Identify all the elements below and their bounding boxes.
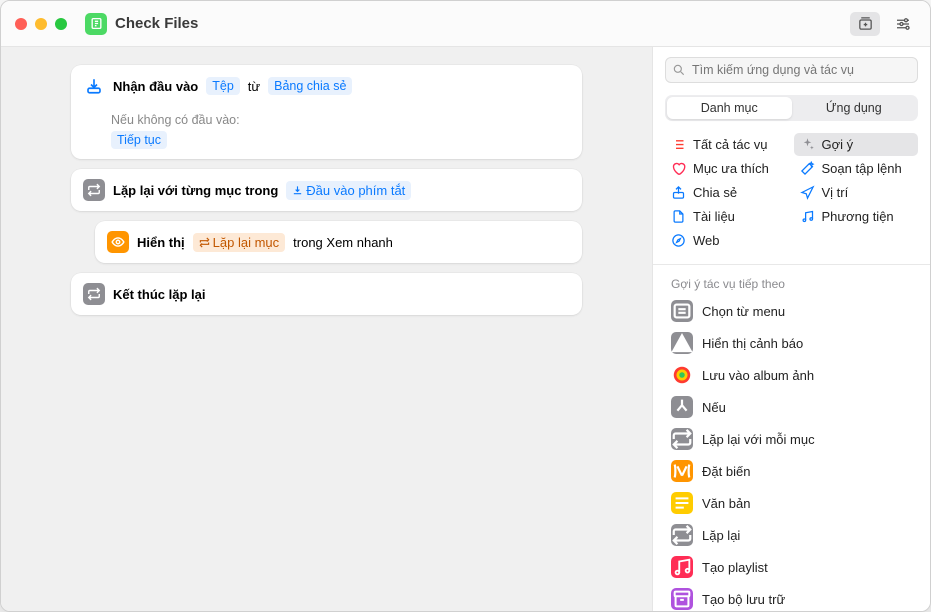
seg-categories[interactable]: Danh mục (667, 97, 792, 119)
segment-control[interactable]: Danh mục Ứng dụng (665, 95, 918, 121)
category-list[interactable]: Tất cả tác vụ (665, 133, 790, 156)
category-sparkle[interactable]: Gợi ý (794, 133, 919, 156)
suggestion-menu[interactable]: Chọn từ menu (661, 295, 922, 327)
suggestion-label: Lặp lại với mỗi mục (702, 432, 815, 447)
repeat-item-token[interactable]: Lặp lại mục (193, 233, 285, 252)
suggestion-label: Lưu vào album ảnh (702, 368, 814, 383)
library-sidebar: Danh mục Ứng dụng Tất cả tác vụ Gợi ý Mục … (652, 47, 930, 611)
minimize-button[interactable] (35, 18, 47, 30)
sidebar-toolbar (653, 1, 930, 47)
window-title: Check Files (115, 15, 198, 32)
action-show[interactable]: Hiển thị Lặp lại mục trong Xem nhanh (95, 221, 582, 263)
suggestion-label: Đặt biến (702, 464, 750, 479)
search-field[interactable] (665, 57, 918, 83)
suggestion-label: Lặp lại (702, 528, 740, 543)
category-safari[interactable]: Web (665, 229, 790, 252)
category-label: Gợi ý (822, 137, 854, 152)
action-receive-input[interactable]: Nhận đầu vào Tệp từ Bảng chia sẻ Nếu khô… (71, 65, 582, 159)
fallback-label: Nếu không có đầu vào: (71, 107, 582, 131)
suggestion-photo[interactable]: Lưu vào album ảnh (661, 359, 922, 391)
category-heart[interactable]: Mục ưa thích (665, 157, 790, 180)
suggestion-var[interactable]: Đặt biến (661, 455, 922, 487)
category-label: Mục ưa thích (693, 161, 769, 176)
seg-apps[interactable]: Ứng dụng (792, 97, 917, 119)
repeat-icon (671, 428, 693, 450)
suggestion-label: Tạo playlist (702, 560, 768, 575)
token-text: Lặp lại mục (213, 235, 279, 250)
settings-button[interactable] (888, 12, 918, 36)
action-repeat[interactable]: Lặp lại với từng mục trong Đầu vào phím … (71, 169, 582, 211)
separator (653, 264, 930, 265)
suggestion-label: Chọn từ menu (702, 304, 785, 319)
suggestion-archive[interactable]: Tạo bộ lưu trữ (661, 583, 922, 611)
category-label: Soạn tập lệnh (822, 161, 902, 176)
category-nav[interactable]: Vị trí (794, 181, 919, 204)
repeat-icon (83, 179, 105, 201)
suggestion-repeat[interactable]: Lặp lại với mỗi mục (661, 423, 922, 455)
suggestion-list: Chọn từ menu Hiển thị cảnh báo Lưu vào alb… (653, 295, 930, 611)
repeat-icon (83, 283, 105, 305)
category-wand[interactable]: Soạn tập lệnh (794, 157, 919, 180)
action-label: Hiển thị (137, 235, 185, 250)
menu-icon (671, 300, 693, 322)
category-label: Tài liệu (693, 209, 735, 224)
var-icon (671, 460, 693, 482)
suggestion-alert[interactable]: Hiển thị cảnh báo (661, 327, 922, 359)
input-type-token[interactable]: Tệp (206, 77, 240, 95)
body: Nhận đầu vào Tệp từ Bảng chia sẻ Nếu khô… (1, 47, 930, 611)
suggestion-text[interactable]: Văn bản (661, 487, 922, 519)
suggestion-label: Văn bản (702, 496, 750, 511)
category-share[interactable]: Chia sẻ (665, 181, 790, 204)
repeat-input-token[interactable]: Đầu vào phím tắt (286, 181, 411, 200)
text-icon (671, 492, 693, 514)
fallback-token[interactable]: Tiếp tục (111, 131, 167, 149)
action-text: từ (248, 79, 260, 94)
search-input[interactable] (665, 57, 918, 83)
library-button[interactable] (850, 12, 880, 36)
category-music[interactable]: Phương tiện (794, 205, 919, 228)
action-text: trong Xem nhanh (293, 235, 393, 250)
workflow-canvas[interactable]: Nhận đầu vào Tệp từ Bảng chia sẻ Nếu khô… (1, 47, 652, 611)
zoom-button[interactable] (55, 18, 67, 30)
photo-icon (671, 364, 693, 386)
category-label: Phương tiện (822, 209, 894, 224)
input-source-token[interactable]: Bảng chia sẻ (268, 77, 352, 95)
window-controls (15, 18, 67, 30)
close-button[interactable] (15, 18, 27, 30)
action-label: Lặp lại với từng mục trong (113, 183, 278, 198)
suggestion-label: Hiển thị cảnh báo (702, 336, 803, 351)
suggestion-label: Tạo bộ lưu trữ (702, 592, 785, 607)
token-text: Đầu vào phím tắt (306, 183, 405, 198)
suggestion-repeat[interactable]: Lặp lại (661, 519, 922, 551)
repeat-icon (671, 524, 693, 546)
category-doc[interactable]: Tài liệu (665, 205, 790, 228)
category-label: Tất cả tác vụ (693, 137, 767, 152)
archive-icon (671, 588, 693, 610)
action-label: Kết thúc lặp lại (113, 287, 205, 302)
suggestion-music[interactable]: Tạo playlist (661, 551, 922, 583)
suggestion-label: Nếu (702, 400, 726, 415)
alert-icon (671, 332, 693, 354)
action-label: Nhận đầu vào (113, 79, 198, 94)
input-icon (83, 75, 105, 97)
branch-icon (671, 396, 693, 418)
suggestion-branch[interactable]: Nếu (661, 391, 922, 423)
app-window: Check Files Nhận đầu vào Tệp từ Bảng chi… (0, 0, 931, 612)
shortcut-icon (85, 13, 107, 35)
category-label: Web (693, 233, 720, 248)
suggestions-header: Gợi ý tác vụ tiếp theo (653, 269, 930, 295)
category-label: Vị trí (822, 185, 849, 200)
search-icon (672, 63, 686, 77)
category-grid: Tất cả tác vụ Gợi ý Mục ưa thích Soạn tập l… (653, 131, 930, 260)
action-end-repeat[interactable]: Kết thúc lặp lại (71, 273, 582, 315)
eye-icon (107, 231, 129, 253)
category-label: Chia sẻ (693, 185, 737, 200)
music-icon (671, 556, 693, 578)
